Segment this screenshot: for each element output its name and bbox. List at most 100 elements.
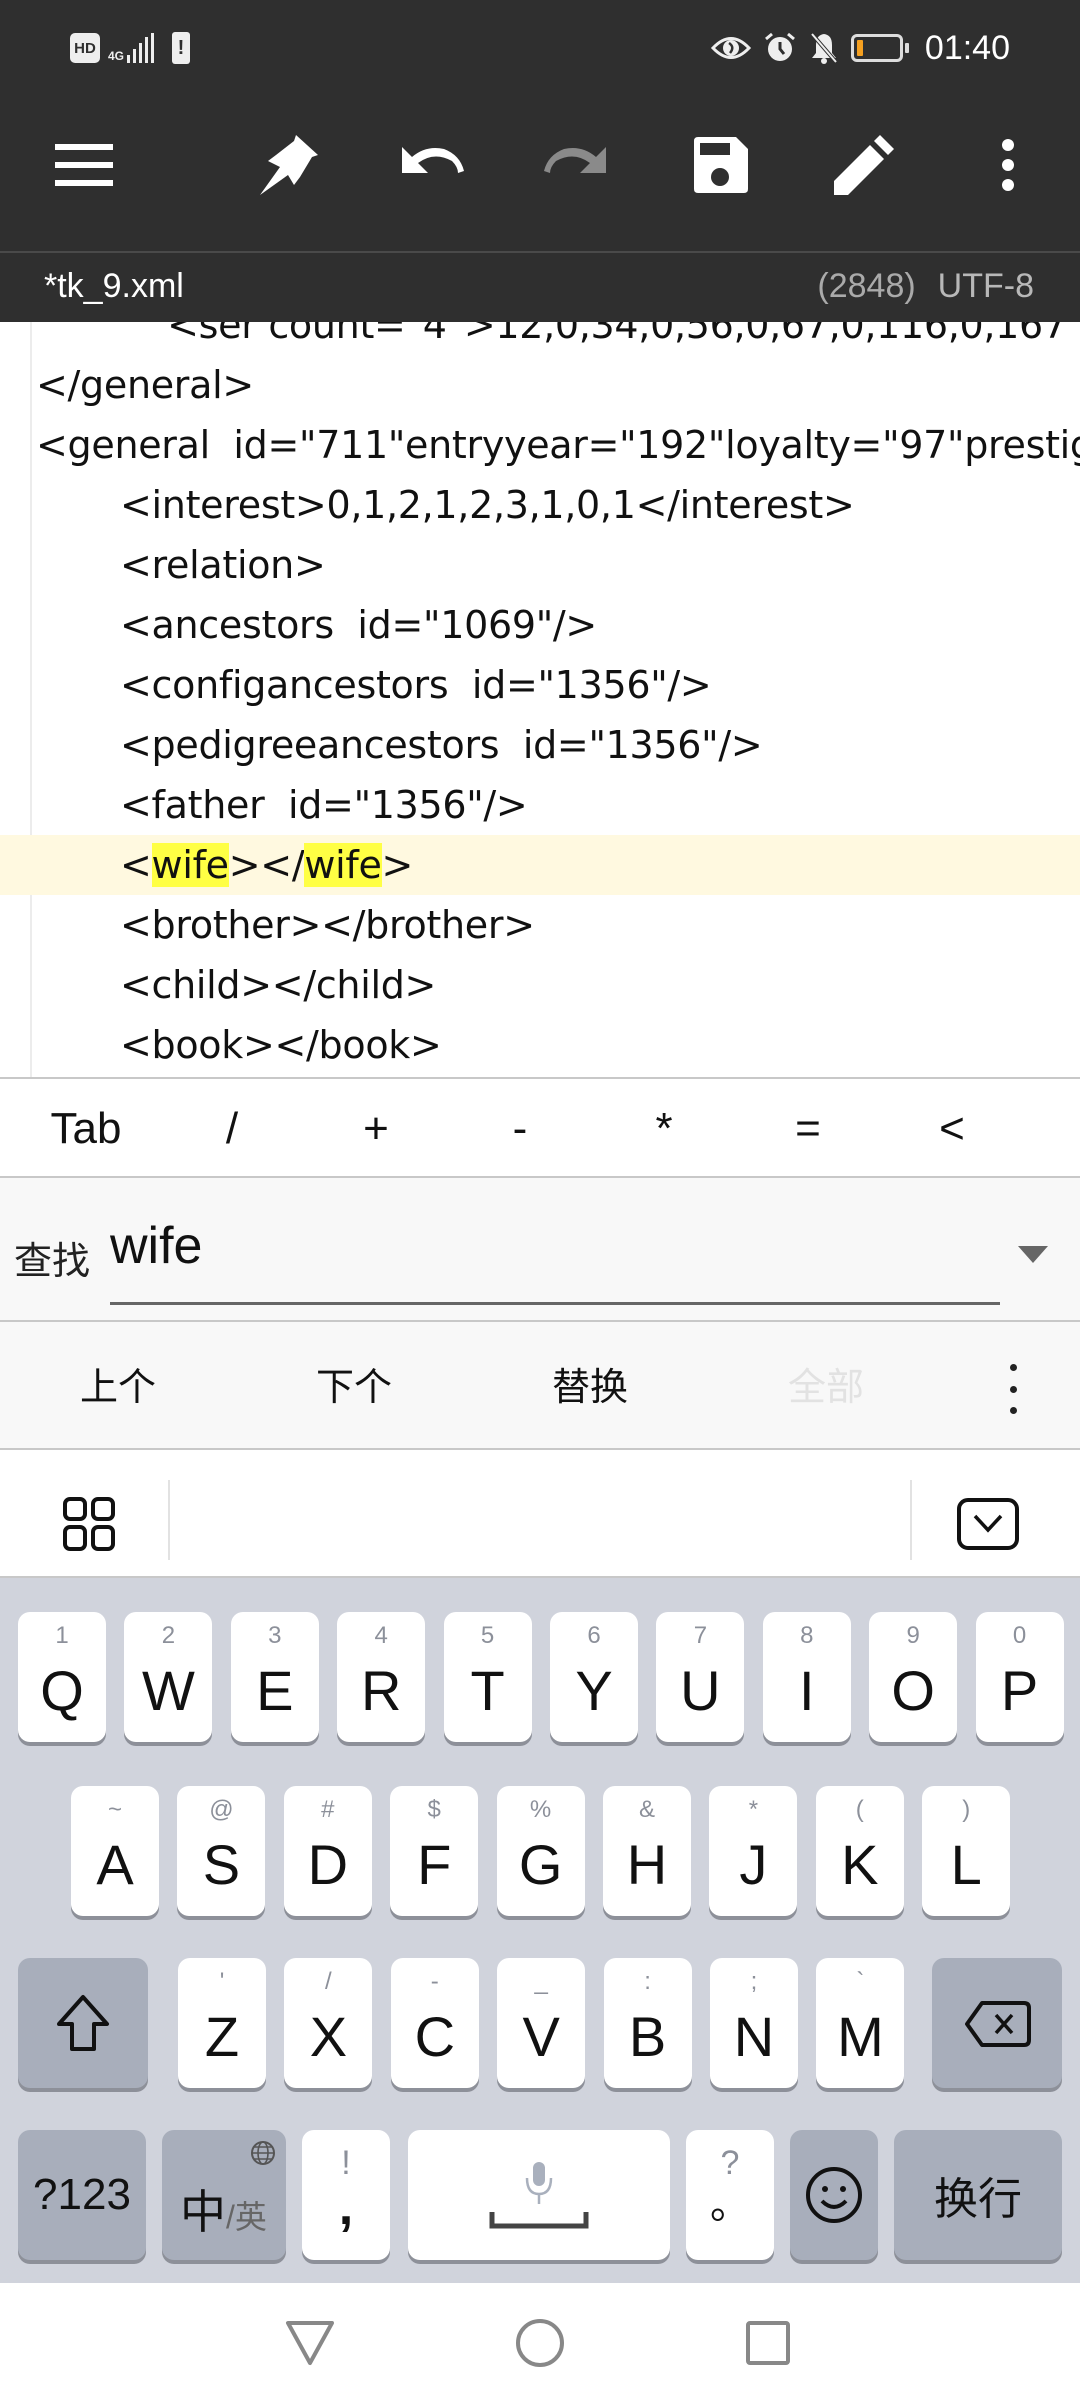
encoding-label[interactable]: UTF-8 [938,267,1034,306]
key-b[interactable]: :B [603,1958,692,2088]
key-u[interactable]: 7U [656,1612,745,1742]
symbol-key-asterisk[interactable]: * [614,1097,714,1161]
symbol-key-slash[interactable]: / [182,1097,282,1161]
key-r[interactable]: 4R [337,1612,426,1742]
key-l[interactable]: ) L [922,1786,1011,1916]
code-line[interactable]: <ser count="4">12,0,34,0,56,0,67,0,116,0… [0,322,1080,355]
smiley-icon [806,2167,862,2223]
key-hint: ' [219,1968,225,1995]
alarm-icon [764,32,795,61]
code-line[interactable]: <configancestors id="1356"/> [0,655,1080,715]
space-key[interactable] [408,2130,670,2260]
key-p[interactable]: 0P [975,1612,1064,1742]
key-label: Z [204,2005,240,2068]
find-previous-button[interactable]: 上个 [38,1360,198,1416]
key-hint: % [529,1796,552,1823]
key-j[interactable]: * J [709,1786,798,1916]
key-label: S [202,1833,241,1896]
period-key[interactable]: ? 。 [686,2130,774,2260]
key-label: M [837,2005,884,2068]
redo-button[interactable] [526,125,626,205]
code-line[interactable]: <brother></brother> [0,895,1080,955]
key-f[interactable]: $ F [390,1786,479,1916]
back-triangle-icon [286,2321,334,2365]
key-t[interactable]: 5T [443,1612,532,1742]
symbol-key-plus[interactable]: + [326,1097,426,1161]
pin-button[interactable] [238,125,338,205]
key-y[interactable]: 6Y [550,1612,638,1742]
save-icon [694,137,748,193]
key-e[interactable]: 3E [230,1612,319,1742]
key-v[interactable]: _ V [497,1958,586,2088]
back-button[interactable] [270,2311,350,2375]
undo-button[interactable] [382,125,482,205]
key-k[interactable]: (K [815,1786,904,1916]
symbols-key[interactable]: ?123 [18,2130,146,2260]
home-button[interactable] [500,2311,580,2375]
find-input[interactable] [110,1216,1000,1276]
enter-key[interactable]: 换行 [894,2130,1062,2260]
replace-button[interactable]: 替换 [510,1360,670,1416]
code-line[interactable]: <father id="1356"/> [0,775,1080,835]
hd-icon: HD [70,33,100,63]
enter-key-label: 换行 [934,2175,1022,2224]
undo-icon [402,147,464,173]
language-switch-key[interactable]: 中 /英 [162,2130,286,2260]
keyboard-collapse-icon[interactable] [957,1498,1019,1550]
key-hint: # [321,1796,335,1823]
menu-button[interactable] [34,125,134,205]
key-i[interactable]: 8I [762,1612,851,1742]
shift-key[interactable] [18,1958,148,2088]
backspace-key[interactable] [932,1958,1062,2088]
edit-button[interactable] [814,125,914,205]
key-n[interactable]: ; N [710,1958,798,2088]
find-next-button[interactable]: 下个 [274,1360,434,1416]
key-label: K [841,1833,879,1896]
comma-key[interactable]: ! , [302,2130,390,2260]
code-line[interactable]: <general id="711"entryyear="192"loyalty=… [0,415,1080,475]
symbol-key-minus[interactable]: - [470,1097,570,1161]
more-vertical-icon[interactable] [990,1364,1036,1414]
code-line[interactable]: <ancestors id="1069"/> [0,595,1080,655]
more-options-button[interactable] [958,125,1058,205]
key-z[interactable]: ' Z [178,1958,266,2088]
symbol-key-less-than[interactable]: < [902,1097,1002,1161]
battery-icon [850,34,909,62]
key-s[interactable]: @ S [177,1786,266,1916]
key-c[interactable]: -C [390,1958,479,2088]
code-editor[interactable]: <ser count="4">12,0,34,0,56,0,67,0,116,0… [0,322,1080,1077]
key-m[interactable]: ` M [816,1958,905,2088]
search-match: wife [304,843,382,887]
symbol-key-tab[interactable]: Tab [36,1097,136,1161]
key-h[interactable]: & H [603,1786,691,1916]
code-line-current[interactable]: <wife></wife> [0,835,1080,895]
replace-all-button[interactable]: 全部 [746,1360,906,1416]
grid-apps-icon[interactable] [62,1496,118,1552]
symbol-key-equals[interactable]: = [758,1097,858,1161]
file-meta: (2848) UTF-8 [817,267,1034,306]
code-line[interactable]: </general> [0,355,1080,415]
key-hint: ` [856,1968,865,1995]
code-line[interactable]: <pedigreeancestors id="1356"/> [0,715,1080,775]
hd-label: HD [74,39,96,57]
key-d[interactable]: # D [283,1786,372,1916]
code-line[interactable]: <book></book> [0,1015,1080,1075]
dropdown-triangle-icon[interactable] [1018,1246,1048,1263]
code-line[interactable]: <interest>0,1,2,1,2,3,1,0,1</interest> [0,475,1080,535]
bell-off-icon [810,32,838,64]
key-hint: ; [750,1968,758,1995]
key-g[interactable]: % G [496,1786,585,1916]
pin-icon [260,135,318,195]
key-o[interactable]: 9O [869,1612,958,1742]
emoji-key[interactable] [790,2130,878,2260]
key-x[interactable]: / X [284,1958,373,2088]
recents-button[interactable] [728,2311,808,2375]
code-line[interactable]: <child></child> [0,955,1080,1015]
search-match: wife [151,843,229,887]
save-button[interactable] [670,125,770,205]
code-line[interactable]: <relation> [0,535,1080,595]
key-q[interactable]: 1Q [18,1612,106,1742]
key-w[interactable]: 2W [124,1612,213,1742]
home-circle-icon [516,2319,564,2367]
key-a[interactable]: ~ A [71,1786,159,1916]
